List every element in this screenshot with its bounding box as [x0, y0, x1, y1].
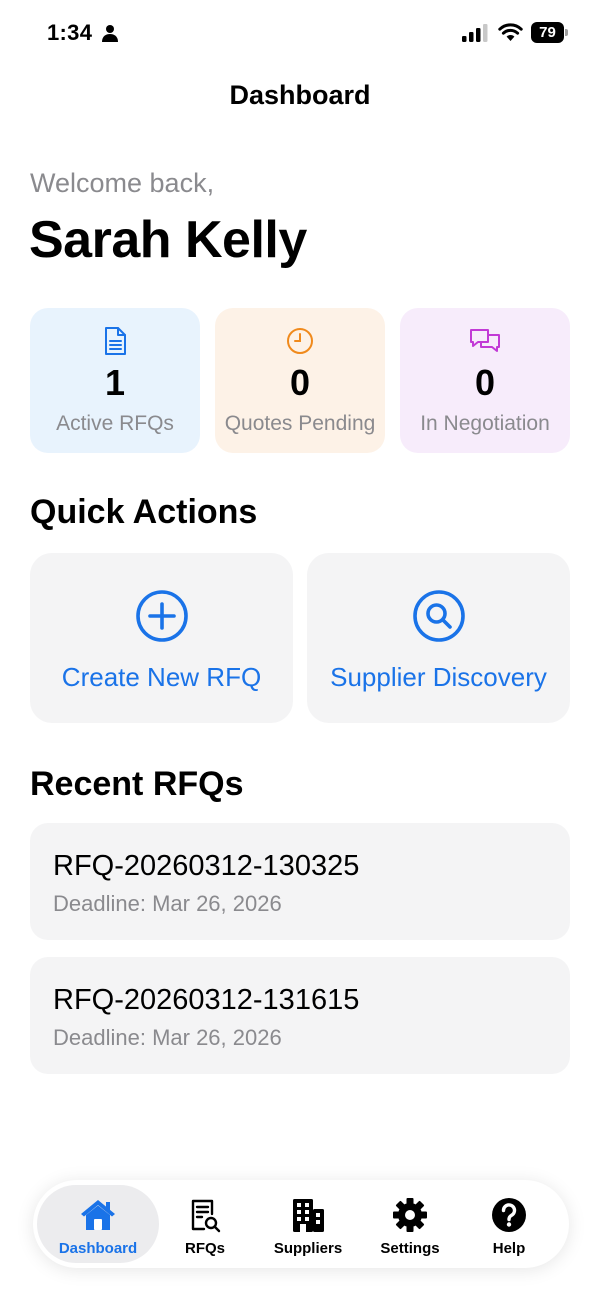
stat-label: Active RFQs [56, 412, 174, 435]
stat-value: 0 [289, 362, 311, 403]
status-time: 1:34 [47, 20, 93, 45]
clock-icon [287, 328, 313, 354]
rfq-list-item[interactable]: RFQ-20260312-131615 Deadline: Mar 26, 20… [30, 957, 570, 1074]
gear-icon [393, 1198, 427, 1232]
wifi-icon [498, 23, 523, 41]
tab-label: RFQs [184, 1240, 225, 1257]
document-icon [105, 327, 126, 355]
rfq-deadline: Deadline: Mar 26, 2026 [53, 891, 282, 916]
tab-label: Suppliers [273, 1240, 343, 1257]
tab-suppliers[interactable]: Suppliers [259, 1185, 357, 1263]
help-icon [492, 1198, 526, 1232]
rfq-deadline: Deadline: Mar 26, 2026 [53, 1025, 282, 1050]
stat-label: Quotes Pending [224, 412, 376, 435]
magnifier-icon [412, 590, 465, 642]
supplier-discovery-button[interactable]: Supplier Discovery [307, 553, 570, 723]
action-label: Create New RFQ [61, 662, 262, 692]
stat-value: 1 [104, 362, 126, 403]
create-new-rfq-button[interactable]: Create New RFQ [30, 553, 293, 723]
stat-value: 0 [474, 362, 496, 403]
battery-cap [565, 29, 568, 36]
rfq-id: RFQ-20260312-131615 [53, 984, 360, 1016]
tab-label: Dashboard [58, 1240, 138, 1257]
cellular-signal-icon [462, 24, 488, 42]
battery-indicator: 79 [531, 22, 568, 43]
quick-actions-title: Quick Actions [30, 493, 258, 531]
rfq-document-search-icon [191, 1199, 221, 1233]
tab-rfqs[interactable]: RFQs [165, 1185, 245, 1263]
tab-help[interactable]: Help [469, 1185, 549, 1263]
rfq-list-item[interactable]: RFQ-20260312-130325 Deadline: Mar 26, 20… [30, 823, 570, 940]
welcome-text: Welcome back, [30, 168, 215, 198]
tab-dashboard[interactable]: Dashboard [37, 1185, 159, 1263]
battery-level: 79 [531, 22, 564, 43]
stat-card-in-negotiation[interactable]: 0 In Negotiation [400, 308, 570, 453]
home-icon [81, 1200, 115, 1230]
stat-card-active-rfqs[interactable]: 1 Active RFQs [30, 308, 200, 453]
rfq-id: RFQ-20260312-130325 [53, 850, 360, 882]
building-icon [293, 1199, 324, 1232]
tab-label: Help [492, 1240, 526, 1257]
status-bar: 1:34 79 [0, 0, 600, 66]
chat-bubbles-icon [470, 329, 500, 352]
page-title: Dashboard [229, 80, 371, 110]
plus-circle-icon [135, 590, 188, 642]
person-icon [102, 25, 118, 42]
recent-rfqs-title: Recent RFQs [30, 765, 244, 803]
stat-card-quotes-pending[interactable]: 0 Quotes Pending [215, 308, 385, 453]
tab-settings[interactable]: Settings [367, 1185, 453, 1263]
stat-label: In Negotiation [420, 412, 550, 435]
tab-label: Settings [380, 1240, 440, 1257]
user-name: Sarah Kelly [29, 211, 307, 269]
bottom-tab-bar: Dashboard RFQs Suppliers Settings Help [33, 1180, 569, 1268]
action-label: Supplier Discovery [330, 662, 547, 692]
